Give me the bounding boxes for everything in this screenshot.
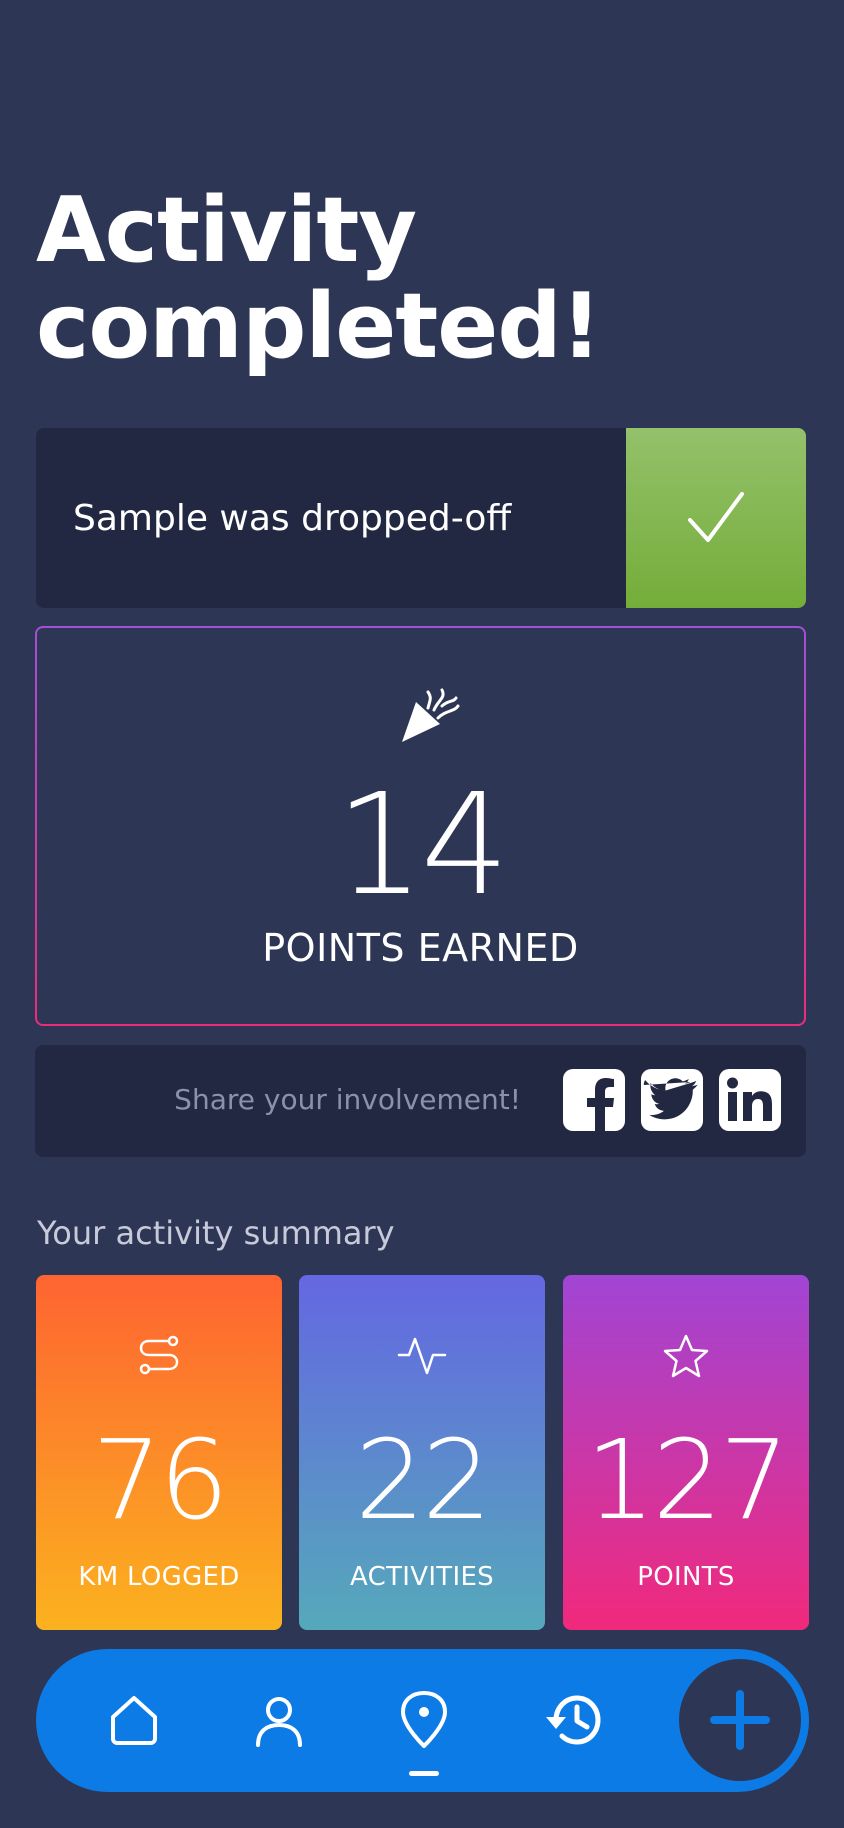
bottom-navigation [36, 1649, 809, 1792]
twitter-share-button[interactable] [641, 1069, 703, 1131]
star-icon [663, 1334, 709, 1378]
km-logged-label: KM LOGGED [78, 1562, 240, 1592]
activities-label: ACTIVITIES [350, 1562, 494, 1592]
activities-value: 22 [355, 1416, 492, 1544]
nav-profile[interactable] [246, 1687, 312, 1753]
points-earned-card: 14 POINTS EARNED [35, 626, 806, 1026]
plus-icon [710, 1690, 770, 1750]
points-earned-value: 14 [335, 764, 509, 927]
page-title: Activity completed! [36, 178, 602, 379]
home-icon [111, 1696, 157, 1745]
page-title-line2: completed! [36, 274, 602, 379]
activities-tile[interactable]: 22 ACTIVITIES [299, 1275, 545, 1630]
nav-history[interactable] [540, 1687, 606, 1753]
points-value: 127 [585, 1416, 790, 1544]
party-popper-icon [402, 688, 460, 742]
pulse-icon [397, 1337, 447, 1375]
km-logged-value: 76 [92, 1416, 229, 1544]
nav-active-indicator [409, 1771, 439, 1776]
twitter-icon [643, 1078, 698, 1120]
nav-location[interactable] [391, 1687, 457, 1753]
history-icon [546, 1695, 601, 1745]
facebook-share-button[interactable] [563, 1069, 625, 1131]
points-label: POINTS [637, 1562, 735, 1592]
location-pin-icon [401, 1691, 447, 1748]
add-activity-button[interactable] [673, 1653, 807, 1787]
points-earned-label: POINTS EARNED [262, 926, 579, 970]
linkedin-share-button[interactable] [719, 1069, 781, 1131]
points-tile[interactable]: 127 POINTS [563, 1275, 809, 1630]
user-icon [256, 1697, 302, 1747]
km-logged-tile[interactable]: 76 KM LOGGED [36, 1275, 282, 1630]
share-card: Share your involvement! [35, 1045, 806, 1157]
status-check-panel [626, 428, 806, 608]
facebook-icon [587, 1078, 614, 1131]
nav-home[interactable] [101, 1687, 167, 1753]
status-message: Sample was dropped-off [73, 497, 512, 539]
check-icon [688, 492, 744, 542]
linkedin-icon [727, 1077, 772, 1121]
points-earned-inner: 14 POINTS EARNED [37, 628, 804, 1024]
page-title-line1: Activity [36, 178, 417, 283]
status-card: Sample was dropped-off [36, 428, 806, 608]
route-icon [139, 1335, 179, 1375]
summary-heading: Your activity summary [37, 1214, 395, 1252]
share-prompt: Share your involvement! [174, 1083, 521, 1116]
